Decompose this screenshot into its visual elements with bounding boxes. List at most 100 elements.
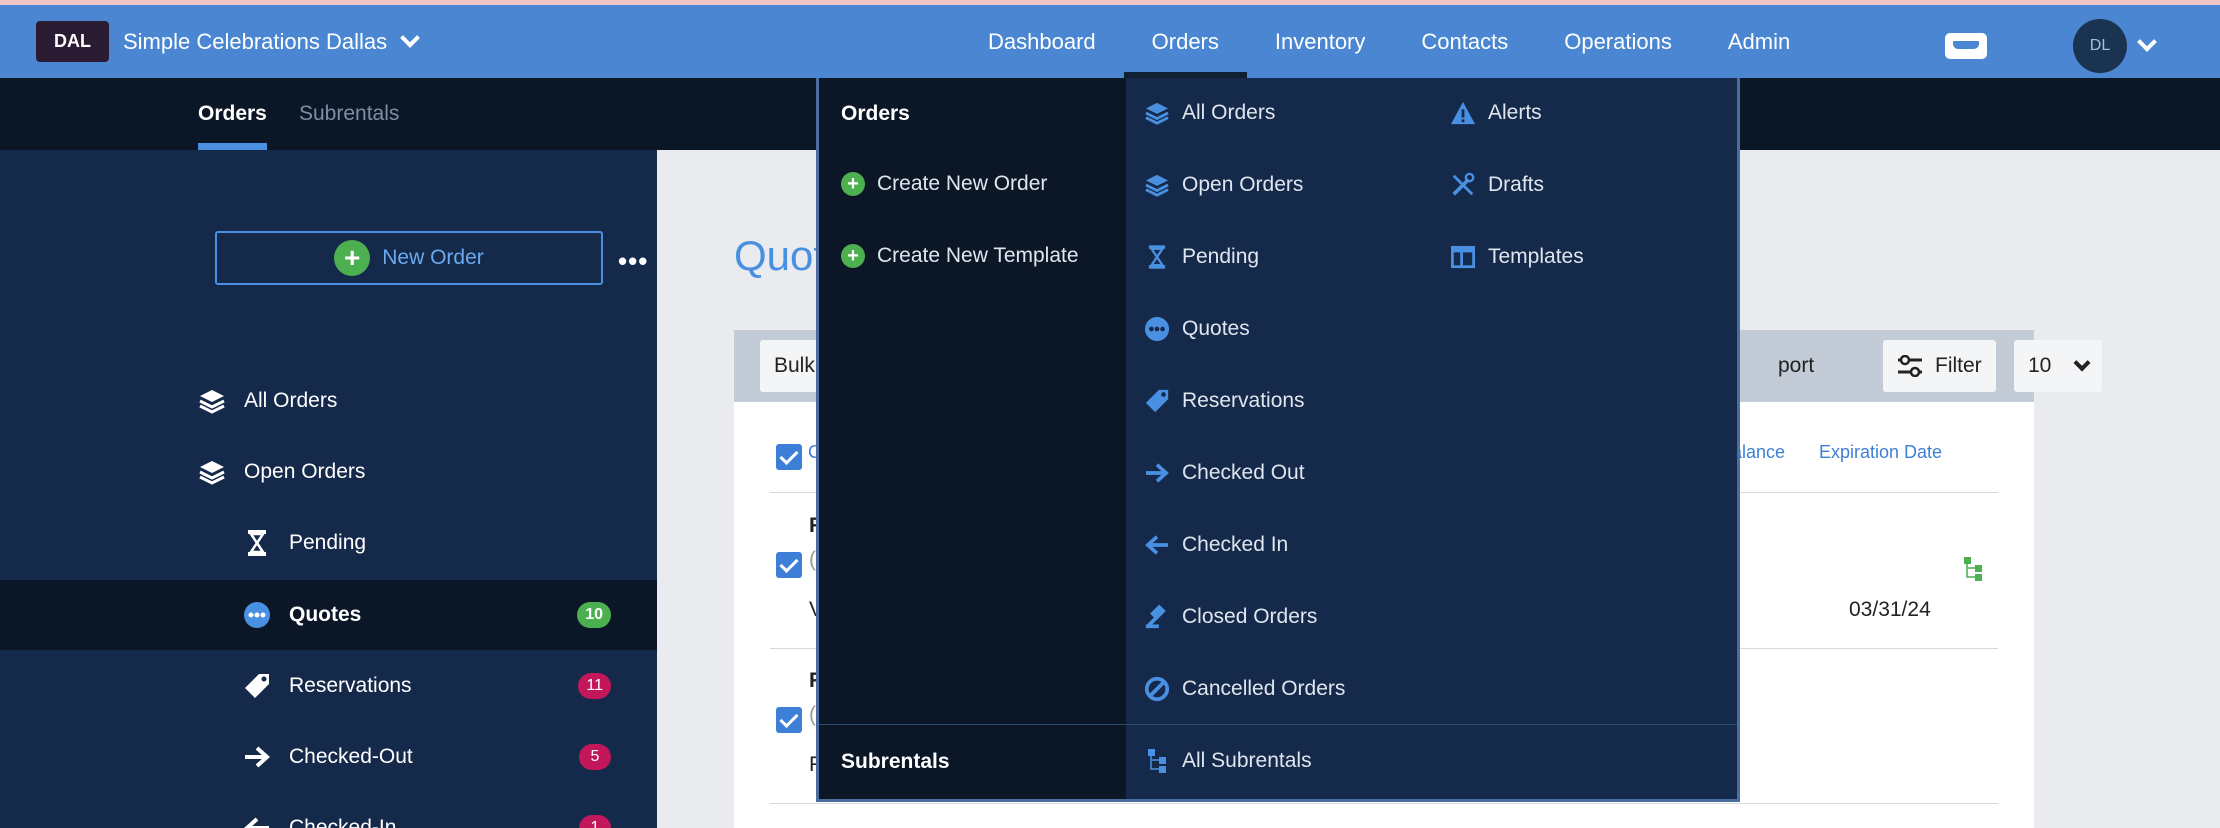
menu-templates[interactable]: Templates: [1450, 244, 1584, 270]
company-name: Simple Celebrations Dallas: [123, 28, 388, 54]
menu-closed-orders[interactable]: Closed Orders: [1144, 604, 1317, 630]
nav-contacts[interactable]: Contacts: [1393, 5, 1536, 78]
sidebar-item-pending[interactable]: Pending: [0, 508, 657, 578]
sidebar-item-open-orders[interactable]: Open Orders: [0, 437, 657, 507]
sidebar-item-reservations[interactable]: Reservations 11: [0, 651, 657, 721]
per-page-value: 10: [2028, 354, 2052, 377]
menu-item-label: Pending: [1182, 245, 1260, 268]
chevron-down-icon: [400, 27, 421, 48]
dots-circle-icon: [243, 601, 271, 629]
sitemap-icon[interactable]: [1963, 556, 1983, 587]
create-new-template-link[interactable]: + Create New Template: [841, 244, 1079, 268]
column-header-expiration[interactable]: Expiration Date: [1819, 442, 1942, 463]
sliders-icon: [1897, 355, 1923, 377]
user-avatar[interactable]: DL: [2073, 19, 2127, 73]
menu-item-label: Quotes: [1182, 317, 1250, 340]
top-navbar: DAL Simple Celebrations Dallas Dashboard…: [0, 0, 2220, 78]
tools-icon: [1450, 172, 1476, 198]
hourglass-icon: [1144, 244, 1170, 270]
company-badge: DAL: [36, 21, 109, 62]
menu-item-label: Open Orders: [1182, 173, 1304, 196]
sidebar-item-label: Checked-Out: [289, 745, 413, 768]
arrow-left-icon: [243, 814, 271, 828]
arrow-right-icon: [1144, 460, 1170, 486]
sidebar-item-label: Open Orders: [244, 460, 366, 483]
layers-icon: [198, 387, 226, 415]
sidebar-item-all-orders[interactable]: All Orders: [0, 366, 657, 436]
menu-item-label: Checked Out: [1182, 461, 1305, 484]
layers-icon: [1144, 172, 1170, 198]
divider: [770, 803, 1998, 804]
template-icon: [1450, 244, 1476, 270]
sidebar-item-label: All Orders: [244, 389, 338, 412]
menu-item-label: Templates: [1488, 245, 1584, 268]
count-badge: 11: [578, 673, 611, 699]
menu-alerts[interactable]: Alerts: [1450, 100, 1542, 126]
menu-item-label: Reservations: [1182, 389, 1305, 412]
more-options-button[interactable]: •••: [618, 246, 648, 277]
new-order-button[interactable]: + New Order: [215, 231, 603, 285]
dropdown-heading-subrentals: Subrentals: [841, 750, 950, 773]
export-button[interactable]: port: [1778, 340, 1828, 392]
tab-subrentals[interactable]: Subrentals: [299, 78, 399, 150]
sidebar: + New Order ••• All Orders Open Orders P…: [0, 150, 657, 828]
inbox-icon[interactable]: [1945, 33, 1987, 59]
row-checkbox[interactable]: [776, 707, 802, 733]
nav-inventory[interactable]: Inventory: [1247, 5, 1394, 78]
menu-pending[interactable]: Pending: [1144, 244, 1259, 270]
filter-label: Filter: [1935, 354, 1982, 377]
count-badge: 5: [579, 744, 611, 770]
sidebar-item-checked-in[interactable]: Checked-In 1: [0, 793, 657, 828]
row-text: (: [809, 703, 816, 726]
menu-drafts[interactable]: Drafts: [1450, 172, 1544, 198]
menu-all-orders[interactable]: All Orders: [1144, 100, 1275, 126]
sidebar-item-quotes[interactable]: Quotes 10: [0, 580, 657, 650]
create-new-order-link[interactable]: + Create New Order: [841, 172, 1047, 196]
new-order-label: New Order: [382, 246, 484, 269]
hourglass-icon: [243, 529, 271, 557]
menu-cancelled-orders[interactable]: Cancelled Orders: [1144, 676, 1345, 702]
nav-operations[interactable]: Operations: [1536, 5, 1700, 78]
menu-item-label: All Subrentals: [1182, 749, 1312, 772]
sidebar-item-label: Checked-In: [289, 816, 397, 828]
company-switcher[interactable]: DAL Simple Celebrations Dallas: [36, 21, 421, 62]
select-all-checkbox[interactable]: [776, 444, 802, 470]
row-checkbox[interactable]: [776, 552, 802, 578]
chevron-down-icon[interactable]: [2137, 32, 2157, 52]
page-title: Quot: [734, 232, 826, 279]
main-nav: Dashboard Orders Inventory Contacts Oper…: [960, 5, 1818, 78]
sidebar-item-checked-out[interactable]: Checked-Out 5: [0, 722, 657, 792]
nav-dashboard[interactable]: Dashboard: [960, 5, 1124, 78]
expiration-date: 03/31/24: [1849, 598, 1931, 621]
count-badge: 10: [577, 602, 611, 628]
sidebar-item-label: Quotes: [289, 603, 362, 626]
menu-open-orders[interactable]: Open Orders: [1144, 172, 1303, 198]
chevron-down-icon: [2073, 354, 2091, 372]
gavel-icon: [1144, 604, 1170, 630]
row-text: (: [809, 548, 816, 571]
dropdown-heading-orders: Orders: [841, 102, 910, 125]
menu-item-label: Drafts: [1488, 173, 1545, 196]
menu-checked-out[interactable]: Checked Out: [1144, 460, 1305, 486]
menu-quotes[interactable]: Quotes: [1144, 316, 1250, 342]
warning-icon: [1450, 100, 1476, 126]
count-badge: 1: [579, 815, 611, 828]
nav-orders[interactable]: Orders: [1123, 5, 1248, 78]
menu-item-label: Alerts: [1488, 101, 1542, 124]
layers-icon: [1144, 100, 1170, 126]
menu-all-subrentals[interactable]: All Subrentals: [1144, 748, 1312, 774]
filter-button[interactable]: Filter: [1883, 340, 1996, 392]
nav-admin[interactable]: Admin: [1700, 5, 1818, 78]
menu-reservations[interactable]: Reservations: [1144, 388, 1305, 414]
plus-icon: +: [841, 244, 865, 268]
plus-icon: +: [334, 240, 371, 276]
tab-orders[interactable]: Orders: [198, 78, 267, 150]
sitemap-icon: [1144, 748, 1170, 774]
tag-icon: [1144, 388, 1170, 414]
tag-icon: [243, 672, 271, 700]
sidebar-item-label: Reservations: [289, 674, 412, 697]
sidebar-item-label: Pending: [289, 531, 367, 554]
menu-checked-in[interactable]: Checked In: [1144, 532, 1288, 558]
arrow-left-icon: [1144, 532, 1170, 558]
per-page-select[interactable]: 10: [2014, 340, 2102, 392]
